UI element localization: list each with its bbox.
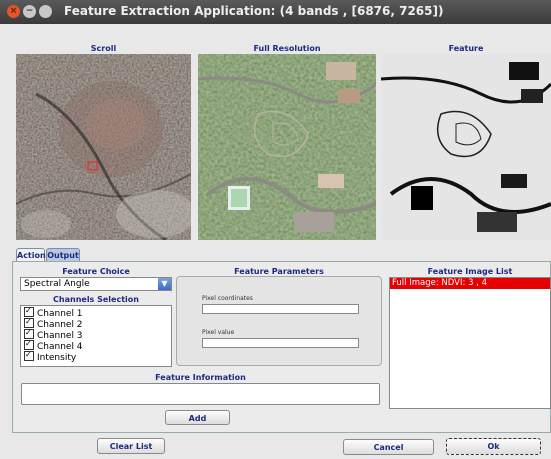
channels-list: Channel 1 Channel 2 Channel 3 Channel 4 …: [20, 305, 172, 367]
feature-parameters-group: Pixel coordinates Pixel value: [176, 276, 382, 366]
pixel-coordinates-field[interactable]: [202, 304, 359, 314]
intensity-checkbox[interactable]: Intensity: [24, 349, 77, 363]
full-resolution-image: [198, 54, 376, 240]
ok-button[interactable]: Ok: [446, 438, 541, 455]
full-resolution-view[interactable]: [198, 54, 376, 240]
channel-3-checkbox[interactable]: Channel 3: [24, 327, 83, 341]
feature-parameters-title: Feature Parameters: [234, 267, 324, 276]
channels-selection-title: Channels Selection: [53, 295, 139, 304]
tab-action[interactable]: Action: [16, 248, 46, 262]
window-title: Feature Extraction Application: (4 bands…: [64, 4, 444, 18]
scroll-pane-title: Scroll: [90, 44, 117, 53]
feature-pane-title: Feature: [448, 44, 484, 53]
pixel-value-label: Pixel value: [202, 329, 235, 336]
minimize-icon[interactable]: −: [23, 5, 36, 18]
channel-label: Intensity: [37, 353, 77, 363]
feature-choice-select[interactable]: Spectral Angle ▼: [20, 277, 172, 291]
scroll-view[interactable]: [16, 54, 191, 240]
channel-1-checkbox[interactable]: Channel 1: [24, 305, 83, 319]
full-resolution-pane-title: Full Resolution: [253, 44, 321, 53]
feature-choice-value: Spectral Angle: [24, 279, 90, 289]
channel-2-checkbox[interactable]: Channel 2: [24, 316, 83, 330]
add-button[interactable]: Add: [165, 410, 230, 425]
feature-view[interactable]: [381, 54, 551, 240]
checkbox-icon[interactable]: [24, 349, 34, 361]
chevron-down-icon[interactable]: ▼: [158, 278, 171, 290]
pixel-value-field[interactable]: [202, 338, 359, 348]
channel-4-checkbox[interactable]: Channel 4: [24, 338, 83, 352]
maximize-icon[interactable]: [39, 5, 52, 18]
list-item-selected[interactable]: Full Image: NDVI: 3 , 4: [390, 278, 550, 289]
feature-information-field[interactable]: [21, 383, 380, 405]
close-icon[interactable]: ×: [7, 5, 20, 18]
feature-image-list-title: Feature Image List: [427, 267, 513, 276]
feature-information-title: Feature Information: [155, 373, 246, 382]
feature-choice-title: Feature Choice: [62, 267, 130, 276]
scroll-image: [16, 54, 191, 240]
tab-output[interactable]: Output: [46, 248, 80, 262]
feature-image-list[interactable]: Full Image: NDVI: 3 , 4: [389, 277, 551, 409]
cancel-button[interactable]: Cancel: [343, 439, 434, 455]
title-bar: × − Feature Extraction Application: (4 b…: [0, 0, 551, 24]
feature-image: [381, 54, 551, 240]
pixel-coordinates-label: Pixel coordinates: [202, 295, 253, 302]
clear-list-button[interactable]: Clear List: [97, 438, 165, 454]
